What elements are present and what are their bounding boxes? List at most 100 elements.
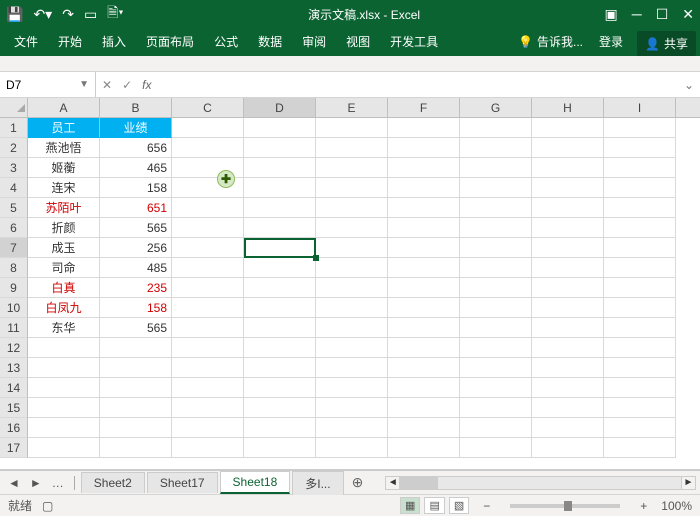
cell[interactable] [172, 258, 244, 278]
row-header[interactable]: 6 [0, 218, 28, 238]
cell[interactable] [460, 158, 532, 178]
sheet-tab[interactable]: Sheet17 [147, 472, 218, 493]
cell[interactable] [172, 118, 244, 138]
cell[interactable] [28, 438, 100, 458]
horizontal-scrollbar[interactable]: ◄ ► [385, 476, 696, 490]
tell-me[interactable]: 💡告诉我... [512, 27, 589, 56]
cell[interactable] [460, 138, 532, 158]
sheet-tab[interactable]: 多I... [292, 471, 343, 495]
cell[interactable] [460, 178, 532, 198]
cell[interactable] [604, 218, 676, 238]
cell[interactable] [316, 438, 388, 458]
row-header[interactable]: 3 [0, 158, 28, 178]
tab-review[interactable]: 审阅 [292, 27, 336, 56]
cell[interactable] [172, 238, 244, 258]
cell[interactable] [244, 118, 316, 138]
cell[interactable] [100, 378, 172, 398]
scroll-right-icon[interactable]: ► [681, 477, 695, 489]
add-sheet-icon[interactable]: ⊕ [346, 474, 370, 491]
cell[interactable]: 235 [100, 278, 172, 298]
cell[interactable]: 白凤九 [28, 298, 100, 318]
cell[interactable]: 656 [100, 138, 172, 158]
cell[interactable]: 465 [100, 158, 172, 178]
cell[interactable] [172, 378, 244, 398]
cell[interactable] [388, 338, 460, 358]
cell[interactable] [532, 338, 604, 358]
macro-record-icon[interactable]: ▢ [42, 499, 53, 513]
cell[interactable] [172, 338, 244, 358]
share-button[interactable]: 👤共享 [637, 31, 696, 56]
cell[interactable] [244, 338, 316, 358]
cell[interactable]: 158 [100, 178, 172, 198]
chevron-down-icon[interactable]: ▼ [79, 79, 89, 90]
signin-link[interactable]: 登录 [589, 27, 633, 56]
col-header-D[interactable]: D [244, 98, 316, 117]
cell[interactable] [460, 218, 532, 238]
cell[interactable] [460, 438, 532, 458]
scroll-left-icon[interactable]: ◄ [386, 477, 400, 489]
scroll-thumb[interactable] [400, 477, 438, 489]
spreadsheet-grid[interactable]: A B C D E F G H I 1员工业绩2燕池悟6563姬蘅4654连宋1… [0, 98, 700, 470]
cell[interactable] [604, 158, 676, 178]
cell[interactable] [172, 358, 244, 378]
cell[interactable] [316, 378, 388, 398]
cell[interactable] [460, 278, 532, 298]
cell[interactable] [316, 218, 388, 238]
col-header-F[interactable]: F [388, 98, 460, 117]
cell[interactable]: 司命 [28, 258, 100, 278]
cell[interactable] [604, 318, 676, 338]
cell[interactable] [604, 298, 676, 318]
cell[interactable] [172, 278, 244, 298]
col-header-I[interactable]: I [604, 98, 676, 117]
tab-formula[interactable]: 公式 [204, 27, 248, 56]
minimize-icon[interactable]: ─ [632, 6, 642, 22]
cell[interactable] [604, 338, 676, 358]
cell[interactable] [604, 278, 676, 298]
cell[interactable] [244, 238, 316, 258]
cell[interactable] [100, 338, 172, 358]
cell[interactable] [604, 418, 676, 438]
tab-developer[interactable]: 开发工具 [380, 27, 448, 56]
cell[interactable] [100, 358, 172, 378]
fx-icon[interactable]: fx [142, 78, 151, 92]
cell[interactable] [172, 318, 244, 338]
cell[interactable] [604, 358, 676, 378]
cell[interactable] [244, 178, 316, 198]
enter-formula-icon[interactable]: ✓ [122, 78, 132, 92]
cell[interactable] [388, 158, 460, 178]
cell[interactable] [388, 278, 460, 298]
cell[interactable]: 白真 [28, 278, 100, 298]
cell[interactable] [388, 358, 460, 378]
cell[interactable] [460, 258, 532, 278]
cell[interactable] [604, 378, 676, 398]
cell[interactable] [172, 138, 244, 158]
cell[interactable] [604, 138, 676, 158]
cell[interactable] [460, 298, 532, 318]
cell[interactable]: 苏陌叶 [28, 198, 100, 218]
cell[interactable] [388, 438, 460, 458]
cell[interactable] [388, 258, 460, 278]
cell[interactable] [244, 278, 316, 298]
cell[interactable] [100, 418, 172, 438]
cell[interactable] [604, 238, 676, 258]
cell[interactable] [244, 418, 316, 438]
cell[interactable]: 员工 [28, 118, 100, 138]
cell[interactable] [172, 178, 244, 198]
col-header-A[interactable]: A [28, 98, 100, 117]
cell[interactable] [532, 238, 604, 258]
cell[interactable] [532, 298, 604, 318]
cell[interactable] [532, 418, 604, 438]
zoom-slider[interactable] [510, 504, 620, 508]
cell[interactable] [244, 158, 316, 178]
tab-file[interactable]: 文件 [4, 27, 48, 56]
new-doc-icon[interactable]: ▭ [84, 6, 97, 23]
cell[interactable] [604, 178, 676, 198]
cell[interactable] [388, 218, 460, 238]
cell[interactable] [244, 218, 316, 238]
cell[interactable] [532, 198, 604, 218]
cell[interactable] [100, 398, 172, 418]
cell[interactable] [244, 438, 316, 458]
cell[interactable] [604, 398, 676, 418]
cell[interactable]: 565 [100, 318, 172, 338]
cell[interactable] [388, 118, 460, 138]
